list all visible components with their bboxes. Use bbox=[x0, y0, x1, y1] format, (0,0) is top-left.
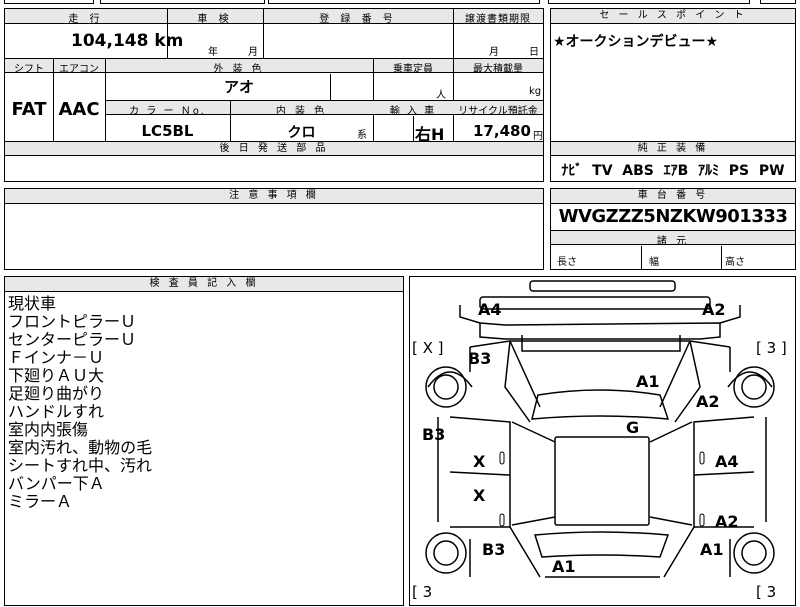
top-strip-cell-2 bbox=[100, 0, 265, 4]
mark-a1-rear: A1 bbox=[552, 557, 576, 576]
recycle-value: 17,480 bbox=[473, 122, 531, 140]
inspector-line: ハンドルすれ bbox=[8, 402, 105, 421]
color-no-label: カ ラ ー Ｎo. bbox=[129, 106, 206, 117]
inspector-lines: 現状車 フロントピラーＵ センターピラーＵ Ｆインナ－Ｕ 下廻りＡＵ大 足廻り曲… bbox=[8, 295, 152, 511]
equipment-box: 純 正 装 備 ﾅﾋﾞ TV ABS ｴｱB ｱﾙﾐ PS PW bbox=[550, 141, 796, 182]
notes-box: 注 意 事 項 欄 bbox=[4, 188, 544, 270]
transfer-day-unit: 日 bbox=[529, 47, 539, 58]
int-color-value: クロ bbox=[287, 125, 316, 141]
top-strip-cell-1 bbox=[4, 0, 94, 4]
inspection-header: 車 検 bbox=[197, 14, 233, 25]
inspector-box: 検 査 員 記 入 欄 現状車 フロントピラーＵ センターピラーＵ Ｆインナ－Ｕ… bbox=[4, 276, 404, 606]
chassis-value: WVGZZZ5NZKW901333 bbox=[558, 206, 788, 227]
mark-b3-l: B3 bbox=[468, 349, 492, 368]
mileage-value: 104,148 km bbox=[71, 31, 184, 51]
inspector-line: 足廻り曲がり bbox=[8, 384, 105, 403]
mark-a2-r: A2 bbox=[696, 392, 720, 411]
shift-label: シフト bbox=[14, 64, 44, 75]
inspector-line: 室内内張傷 bbox=[8, 420, 89, 439]
inspector-line: バンパー下Ａ bbox=[8, 474, 105, 493]
mark-three-tr: [ 3 ] bbox=[756, 339, 787, 357]
top-strip-cell-3 bbox=[268, 0, 540, 4]
max-load-unit: kg bbox=[529, 86, 542, 97]
recycle-label: リサイクル預託金 bbox=[458, 106, 538, 117]
mark-a2-tr: A2 bbox=[702, 300, 726, 319]
aircon-value: AAC bbox=[58, 99, 100, 120]
recycle-unit: 円 bbox=[533, 131, 543, 142]
sales-point-header: セ ー ル ス ポ イ ン ト bbox=[551, 9, 795, 24]
mark-a4-tl: A4 bbox=[478, 300, 502, 319]
ext-color-value: アオ bbox=[223, 78, 254, 96]
equipment-header: 純 正 装 備 bbox=[551, 142, 795, 156]
chassis-box: 車 台 番 号 WVGZZZ5NZKW901333 諸 元 長さ 幅 高さ bbox=[550, 188, 796, 270]
equipment-items: ﾅﾋﾞ TV ABS ｴｱB ｱﾙﾐ PS PW bbox=[561, 163, 785, 179]
capacity-label: 乗車定員 bbox=[393, 64, 433, 75]
transfer-header: 譲渡書類期限 bbox=[465, 14, 531, 25]
inspector-line: ミラーＡ bbox=[8, 492, 73, 511]
mark-x-door2: X bbox=[473, 486, 486, 505]
shift-value: FAT bbox=[11, 99, 47, 120]
sales-point-box: セ ー ル ス ポ イ ン ト ★オークションデビュー★ bbox=[550, 8, 796, 142]
inspector-line: 室内汚れ、動物の毛 bbox=[8, 438, 153, 457]
inspector-line: 下廻りＡＵ大 bbox=[8, 366, 105, 385]
registration-header: 登 録 番 号 bbox=[319, 14, 397, 25]
length-label: 長さ bbox=[557, 257, 577, 268]
capacity-unit: 人 bbox=[436, 90, 446, 101]
dimensions-header: 諸 元 bbox=[656, 236, 690, 247]
inspector-line: シートすれ中、汚れ bbox=[8, 456, 153, 475]
chassis-header: 車 台 番 号 bbox=[551, 189, 795, 204]
mark-three-bl: [ 3 bbox=[412, 583, 433, 601]
height-label: 高さ bbox=[725, 257, 745, 268]
top-strip-cell-4 bbox=[548, 0, 750, 4]
inspection-month-unit: 月 bbox=[248, 47, 258, 58]
mark-b3-rear: B3 bbox=[482, 540, 506, 559]
mark-g-roof: G bbox=[626, 418, 640, 437]
mark-b3-side: B3 bbox=[422, 425, 446, 444]
inspection-year-unit: 年 bbox=[208, 47, 218, 58]
mark-a1-hood: A1 bbox=[636, 372, 660, 391]
aircon-label: エアコン bbox=[59, 64, 99, 75]
inspector-line: 現状車 bbox=[8, 294, 57, 313]
car-outline-diagram bbox=[425, 280, 775, 578]
mark-x-bracket: [ X ] bbox=[412, 339, 444, 357]
int-color-suffix: 系 bbox=[357, 130, 367, 141]
sales-point-text: ★オークションデビュー★ bbox=[553, 34, 719, 50]
max-load-label: 最大積載量 bbox=[473, 64, 523, 75]
spec-table: 走 行 車 検 登 録 番 号 譲渡書類期限 104,148 km 年 月 月 … bbox=[4, 8, 544, 144]
mark-x-door1: X bbox=[473, 452, 486, 471]
top-strip-cell-5 bbox=[760, 0, 796, 4]
inspector-line: フロントピラーＵ bbox=[8, 312, 137, 331]
import-label: 輸 入 車 bbox=[389, 106, 437, 117]
inspector-line: センターピラーＵ bbox=[8, 330, 137, 349]
int-color-label: 内 装 色 bbox=[275, 106, 328, 117]
mark-a1-rear-r: A1 bbox=[700, 540, 724, 559]
car-diagram-box: A4 A2 [ X ] [ 3 ] B3 A1 A2 B3 G X A4 X A… bbox=[409, 276, 796, 606]
later-parts-header: 後 日 発 送 部 品 bbox=[5, 142, 543, 156]
mark-a4-door: A4 bbox=[715, 452, 739, 471]
inspector-line: Ｆインナ－Ｕ bbox=[8, 348, 105, 367]
mark-three-br: [ 3 bbox=[756, 583, 777, 601]
mileage-header: 走 行 bbox=[68, 14, 104, 25]
later-parts-box: 後 日 発 送 部 品 bbox=[4, 141, 544, 182]
transfer-month-unit: 月 bbox=[489, 47, 499, 58]
notes-header: 注 意 事 項 欄 bbox=[5, 189, 543, 204]
color-no-value: LC5BL bbox=[141, 122, 194, 140]
width-label: 幅 bbox=[649, 257, 659, 268]
inspector-header: 検 査 員 記 入 欄 bbox=[5, 277, 403, 292]
mark-a2-door: A2 bbox=[715, 512, 739, 531]
ext-color-label: 外 装 色 bbox=[213, 64, 265, 75]
